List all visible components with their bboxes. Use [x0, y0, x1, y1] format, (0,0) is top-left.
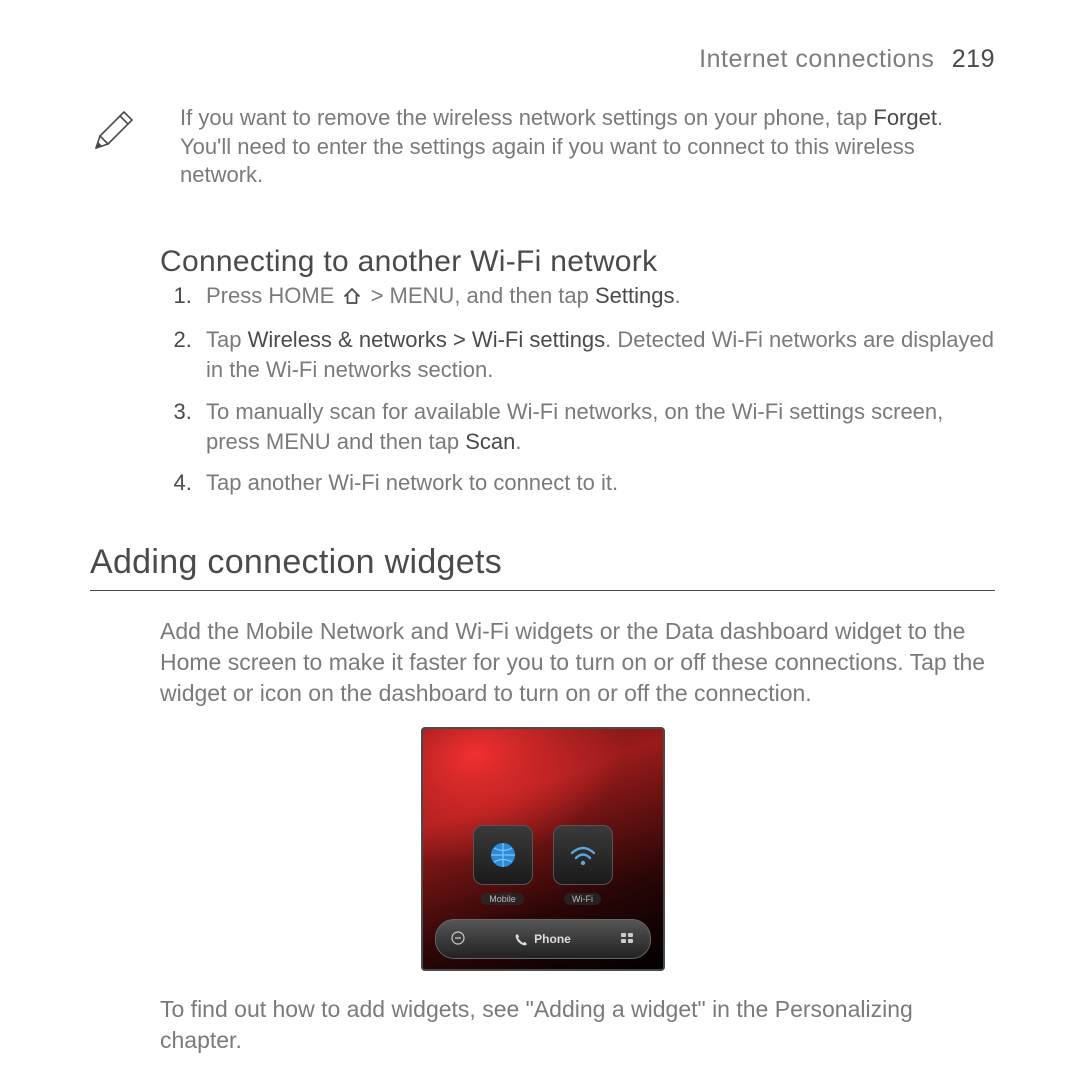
step-1-d: . [675, 283, 681, 308]
wifi-widget-label: Wi-Fi [564, 893, 601, 905]
home-icon [342, 284, 362, 314]
note-text-forget: Forget [873, 105, 937, 130]
chapter-title: Internet connections [699, 45, 934, 73]
step-2-a: Tap [206, 327, 248, 352]
step-3-c: . [515, 429, 521, 454]
para-widgets-intro: Add the Mobile Network and Wi-Fi widgets… [160, 616, 995, 709]
note-text-before: If you want to remove the wireless netwo… [180, 105, 873, 130]
pencil-icon [90, 104, 160, 159]
step-4-a: Tap another Wi-Fi network to connect to … [206, 470, 618, 495]
wifi-widget: Wi-Fi [552, 825, 614, 907]
phone-handset-icon [514, 932, 528, 946]
step-3-scan: Scan [465, 429, 515, 454]
step-1-b: > MENU, and then tap [364, 283, 595, 308]
step-2-path: Wireless & networks > Wi-Fi settings [248, 327, 606, 352]
step-1-a: Press HOME [206, 283, 340, 308]
steps-list: Press HOME > MENU, and then tap Settings… [160, 281, 995, 498]
dock-left-icon [450, 930, 466, 949]
section-heading-widgets: Adding connection widgets [90, 543, 995, 591]
note-text: If you want to remove the wireless netwo… [160, 104, 995, 190]
step-1-settings: Settings [595, 283, 675, 308]
phone-dock: Phone [435, 919, 651, 959]
page-number: 219 [952, 45, 995, 73]
dock-phone-label: Phone [534, 932, 571, 946]
subheading-connecting: Connecting to another Wi-Fi network [160, 245, 995, 279]
step-1: Press HOME > MENU, and then tap Settings… [198, 281, 995, 314]
manual-page: Internet connections 219 If you want to … [0, 0, 1080, 1080]
running-header: Internet connections 219 [90, 45, 995, 74]
step-4: Tap another Wi-Fi network to connect to … [198, 468, 995, 498]
phone-screenshot: Mobile Wi-Fi Phone [421, 727, 665, 971]
para-see-adding-widget: To find out how to add widgets, see "Add… [160, 994, 995, 1056]
mobile-widget: Mobile [472, 825, 534, 907]
globe-icon [473, 825, 533, 885]
dock-phone-button: Phone [514, 932, 571, 946]
step-3: To manually scan for available Wi-Fi net… [198, 397, 995, 456]
wifi-icon [553, 825, 613, 885]
widget-icons-row: Mobile Wi-Fi [423, 825, 663, 907]
step-3-a: To manually scan for available Wi-Fi net… [206, 399, 943, 454]
dock-right-icon [619, 930, 635, 949]
mobile-widget-label: Mobile [481, 893, 524, 905]
figure-widget-screenshot: Mobile Wi-Fi Phone [90, 727, 995, 976]
step-2: Tap Wireless & networks > Wi-Fi settings… [198, 325, 995, 384]
note-block: If you want to remove the wireless netwo… [90, 104, 995, 190]
